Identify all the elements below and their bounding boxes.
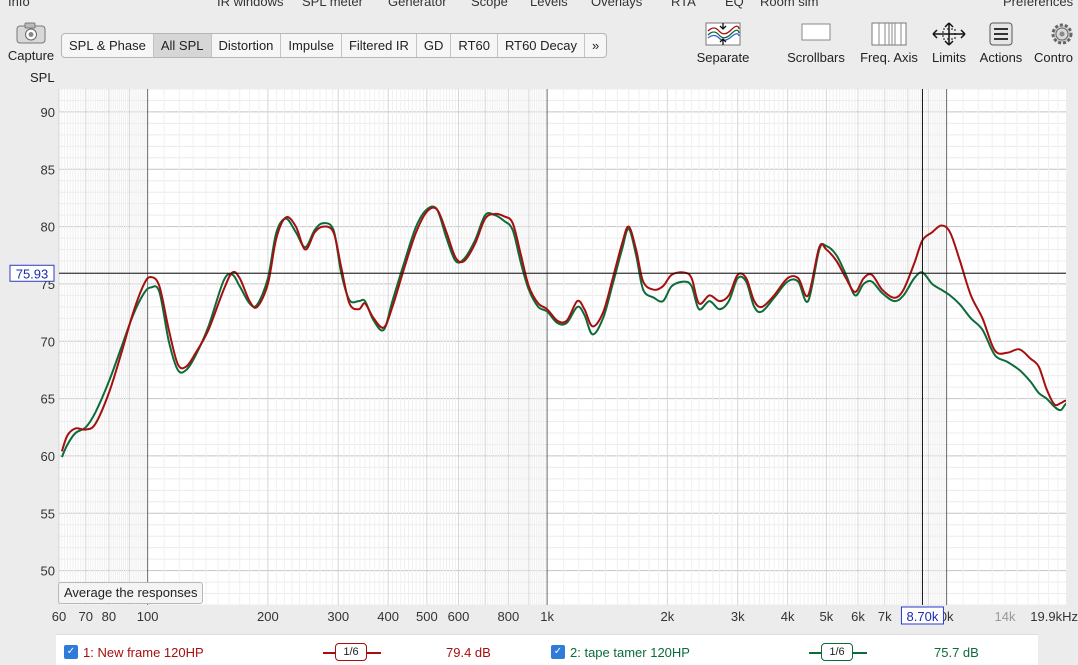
- menu-overlays[interactable]: Overlays: [591, 0, 642, 9]
- separate-button[interactable]: Separate: [690, 22, 756, 65]
- smoothing-selector-1[interactable]: 1/6: [335, 643, 367, 661]
- x-tick-label: 6k: [851, 609, 865, 624]
- actions-button[interactable]: Actions: [974, 22, 1028, 65]
- x-tick-label: 3k: [731, 609, 745, 624]
- x-tick-label: 80: [102, 609, 116, 624]
- y-tick-label: 90: [41, 105, 55, 120]
- camera-icon: [16, 22, 46, 44]
- menu-scope[interactable]: Scope: [471, 0, 508, 9]
- menu-info[interactable]: Info: [8, 0, 30, 9]
- scrollbars-button[interactable]: Scrollbars: [780, 22, 852, 65]
- y-tick-label: 50: [41, 564, 55, 579]
- y-tick-label: 60: [41, 449, 55, 464]
- tab-impulse[interactable]: Impulse: [281, 34, 342, 57]
- y-tick-label: 55: [41, 506, 55, 521]
- cursor-x-label: 8.70k: [907, 609, 939, 624]
- separate-label: Separate: [696, 50, 750, 65]
- x-tick-label: 2k: [661, 609, 675, 624]
- menu-eq[interactable]: EQ: [725, 0, 744, 9]
- controls-label: Contro: [1034, 50, 1074, 65]
- menu-preferences[interactable]: Preferences: [1003, 0, 1073, 9]
- tab-rt60[interactable]: RT60: [451, 34, 498, 57]
- tab-distortion[interactable]: Distortion: [212, 34, 282, 57]
- freq-axis-icon: [871, 22, 907, 46]
- capture-label: Capture: [7, 48, 55, 63]
- legend-checkbox-2[interactable]: ✓: [551, 645, 565, 659]
- x-tick-label: 300: [327, 609, 349, 624]
- freq-axis-label: Freq. Axis: [860, 50, 918, 65]
- x-tick-label: 14k: [995, 609, 1016, 624]
- cursor-y-label: 75.93: [16, 266, 49, 281]
- tab-rt60-decay[interactable]: RT60 Decay: [498, 34, 585, 57]
- actions-icon: [989, 22, 1013, 46]
- limits-icon: [932, 22, 966, 46]
- legend-value-1: 79.4 dB: [446, 645, 491, 660]
- spl-chart[interactable]: 50556065707580859060 70 80 100 200 300 400 500 6…: [0, 80, 1078, 630]
- x-tick-label: 100: [137, 609, 159, 624]
- x-tick-label: 60: [52, 609, 66, 624]
- x-tick-label: 1k: [540, 609, 554, 624]
- freq-axis-button[interactable]: Freq. Axis: [856, 22, 922, 65]
- x-tick-label: 800: [498, 609, 520, 624]
- scrollbars-label: Scrollbars: [787, 50, 845, 65]
- scrollbars-icon: [801, 23, 831, 41]
- menu-levels[interactable]: Levels: [530, 0, 568, 9]
- x-tick-label: 70: [79, 609, 93, 624]
- x-tick-label: 7k: [878, 609, 892, 624]
- legend-label-1: 1: New frame 120HP: [83, 645, 204, 660]
- x-tick-label: 200: [257, 609, 279, 624]
- x-tick-label: 5k: [819, 609, 833, 624]
- y-tick-label: 80: [41, 220, 55, 235]
- separate-icon: [705, 22, 741, 46]
- gear-icon: [1051, 23, 1073, 45]
- average-responses-button[interactable]: Average the responses: [58, 582, 204, 604]
- y-tick-label: 65: [41, 392, 55, 407]
- limits-button[interactable]: Limits: [926, 22, 972, 65]
- legend-checkbox-1[interactable]: ✓: [64, 645, 78, 659]
- tab-filtered-ir[interactable]: Filtered IR: [342, 34, 417, 57]
- x-tick-label: 400: [377, 609, 399, 624]
- capture-button[interactable]: Capture: [4, 22, 58, 63]
- limits-label: Limits: [932, 50, 966, 65]
- y-tick-label: 70: [41, 334, 55, 349]
- x-tick-label: 500: [416, 609, 438, 624]
- y-tick-label: 85: [41, 162, 55, 177]
- x-tick-label: 600: [448, 609, 470, 624]
- tab-more[interactable]: »: [585, 34, 606, 57]
- smoothing-selector-2[interactable]: 1/6: [821, 643, 853, 661]
- menu-spl-meter[interactable]: SPL meter: [302, 0, 363, 9]
- actions-label: Actions: [979, 50, 1023, 65]
- controls-button[interactable]: Contro: [1030, 22, 1078, 65]
- legend-bar: ✓ 1: New frame 120HP 1/6 79.4 dB ✓ 2: ta…: [56, 634, 1038, 665]
- menu-generator[interactable]: Generator: [388, 0, 447, 9]
- menu-room-sim[interactable]: Room sim: [760, 0, 819, 9]
- tab-all-spl[interactable]: All SPL: [153, 34, 212, 57]
- legend-value-2: 75.7 dB: [934, 645, 979, 660]
- legend-label-2: 2: tape tamer 120HP: [570, 645, 690, 660]
- view-tabs: SPL & Phase All SPL Distortion Impulse Filte…: [61, 33, 608, 58]
- menu-ir-windows[interactable]: IR windows: [217, 0, 283, 9]
- x-tick-label: 19.9kHz: [1030, 609, 1078, 624]
- plot-area: [59, 89, 1066, 605]
- x-tick-label: 4k: [781, 609, 795, 624]
- tab-gd[interactable]: GD: [417, 34, 452, 57]
- tab-spl-phase[interactable]: SPL & Phase: [62, 34, 154, 57]
- menu-rta[interactable]: RTA: [671, 0, 696, 9]
